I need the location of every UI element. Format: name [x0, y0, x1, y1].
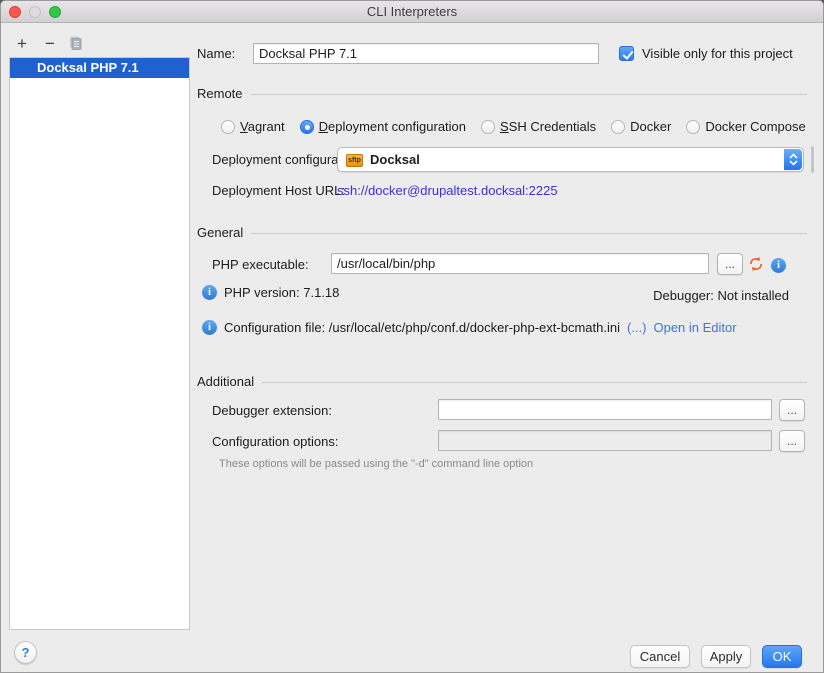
configuration-options-hint: These options will be passed using the "…	[219, 458, 533, 470]
radio-docker-compose[interactable]: Docker Compose	[686, 119, 805, 134]
php-executable-browse-button[interactable]: ...	[717, 253, 743, 275]
php-executable-label: PHP executable:	[212, 254, 309, 275]
remote-section-label: Remote	[197, 86, 243, 101]
radio-icon	[481, 120, 495, 134]
configuration-options-browse-button[interactable]: ...	[779, 430, 805, 452]
configuration-file-more-link[interactable]: (...)	[627, 320, 647, 335]
info-icon: i	[202, 320, 217, 335]
radio-vagrant[interactable]: Vagrant	[221, 119, 285, 134]
section-divider	[251, 94, 807, 95]
interpreter-list[interactable]: Docksal PHP 7.1	[9, 57, 190, 630]
scrollbar-thumb[interactable]	[811, 146, 814, 173]
configuration-options-input[interactable]	[438, 430, 772, 451]
php-executable-icons: i	[748, 256, 786, 275]
deployment-host-url-value[interactable]: ssh://docker@drupaltest.docksal:2225	[337, 180, 558, 201]
section-divider	[262, 382, 807, 383]
visible-only-checkbox-label: Visible only for this project	[642, 43, 793, 64]
radio-deployment-configuration[interactable]: Deployment configuration	[300, 119, 466, 134]
help-button[interactable]: ?	[14, 641, 37, 664]
cancel-button[interactable]: Cancel	[630, 645, 690, 668]
apply-button[interactable]: Apply	[701, 645, 751, 668]
radio-icon	[611, 120, 625, 134]
debugger-extension-browse-button[interactable]: ...	[779, 399, 805, 421]
sftp-deployment-icon: sftp	[346, 154, 363, 167]
general-section-label: General	[197, 225, 243, 240]
section-divider	[251, 233, 807, 234]
ok-button[interactable]: OK	[762, 645, 802, 668]
cli-interpreters-dialog: CLI Interpreters + − Docksal PHP 7.1 Nam…	[0, 0, 824, 673]
debugger-extension-input[interactable]	[438, 399, 772, 420]
question-mark-icon: ?	[22, 645, 30, 660]
general-section-header: General	[197, 225, 807, 240]
php-info-icon[interactable]: i	[771, 258, 786, 273]
deployment-configuration-select[interactable]: sftp Docksal	[337, 147, 804, 172]
remote-section-header: Remote	[197, 86, 807, 101]
visible-only-checkbox[interactable]	[619, 46, 634, 61]
radio-ssh-credentials[interactable]: SSH Credentials	[481, 119, 596, 134]
name-label: Name:	[197, 43, 235, 64]
remote-type-radio-group: Vagrant Deployment configuration SSH Cre…	[221, 118, 823, 135]
radio-label: Deployment configuration	[319, 119, 466, 134]
radio-icon	[221, 120, 235, 134]
radio-label: Vagrant	[240, 119, 285, 134]
php-version-row: i PHP version: 7.1.18	[202, 285, 339, 300]
php-executable-input[interactable]	[331, 253, 709, 274]
window-title: CLI Interpreters	[1, 4, 823, 19]
name-input[interactable]	[253, 43, 599, 64]
configuration-options-label: Configuration options:	[212, 431, 338, 452]
radio-selected-icon	[300, 120, 314, 134]
reload-phpinfo-icon[interactable]	[748, 256, 764, 275]
open-in-editor-link[interactable]: Open in Editor	[653, 320, 736, 335]
configuration-file-row: i Configuration file: /usr/local/etc/php…	[202, 320, 737, 335]
deployment-configuration-value: Docksal	[370, 152, 420, 167]
debugger-extension-label: Debugger extension:	[212, 400, 332, 421]
combo-stepper-icon[interactable]	[784, 149, 802, 170]
titlebar: CLI Interpreters	[1, 1, 823, 23]
php-version-text: PHP version: 7.1.18	[224, 285, 339, 300]
additional-section-header: Additional	[197, 374, 807, 389]
additional-section-label: Additional	[197, 374, 254, 389]
radio-icon	[686, 120, 700, 134]
radio-label: SSH Credentials	[500, 119, 596, 134]
radio-label: Docker Compose	[705, 119, 805, 134]
debugger-status-text: Debugger: Not installed	[653, 285, 789, 306]
radio-label: Docker	[630, 119, 671, 134]
configuration-file-text: Configuration file: /usr/local/etc/php/c…	[224, 320, 620, 335]
deployment-host-url-label: Deployment Host URL:	[212, 180, 345, 201]
radio-docker[interactable]: Docker	[611, 119, 671, 134]
info-icon: i	[202, 285, 217, 300]
name-row: Name: Visible only for this project	[1, 43, 824, 67]
